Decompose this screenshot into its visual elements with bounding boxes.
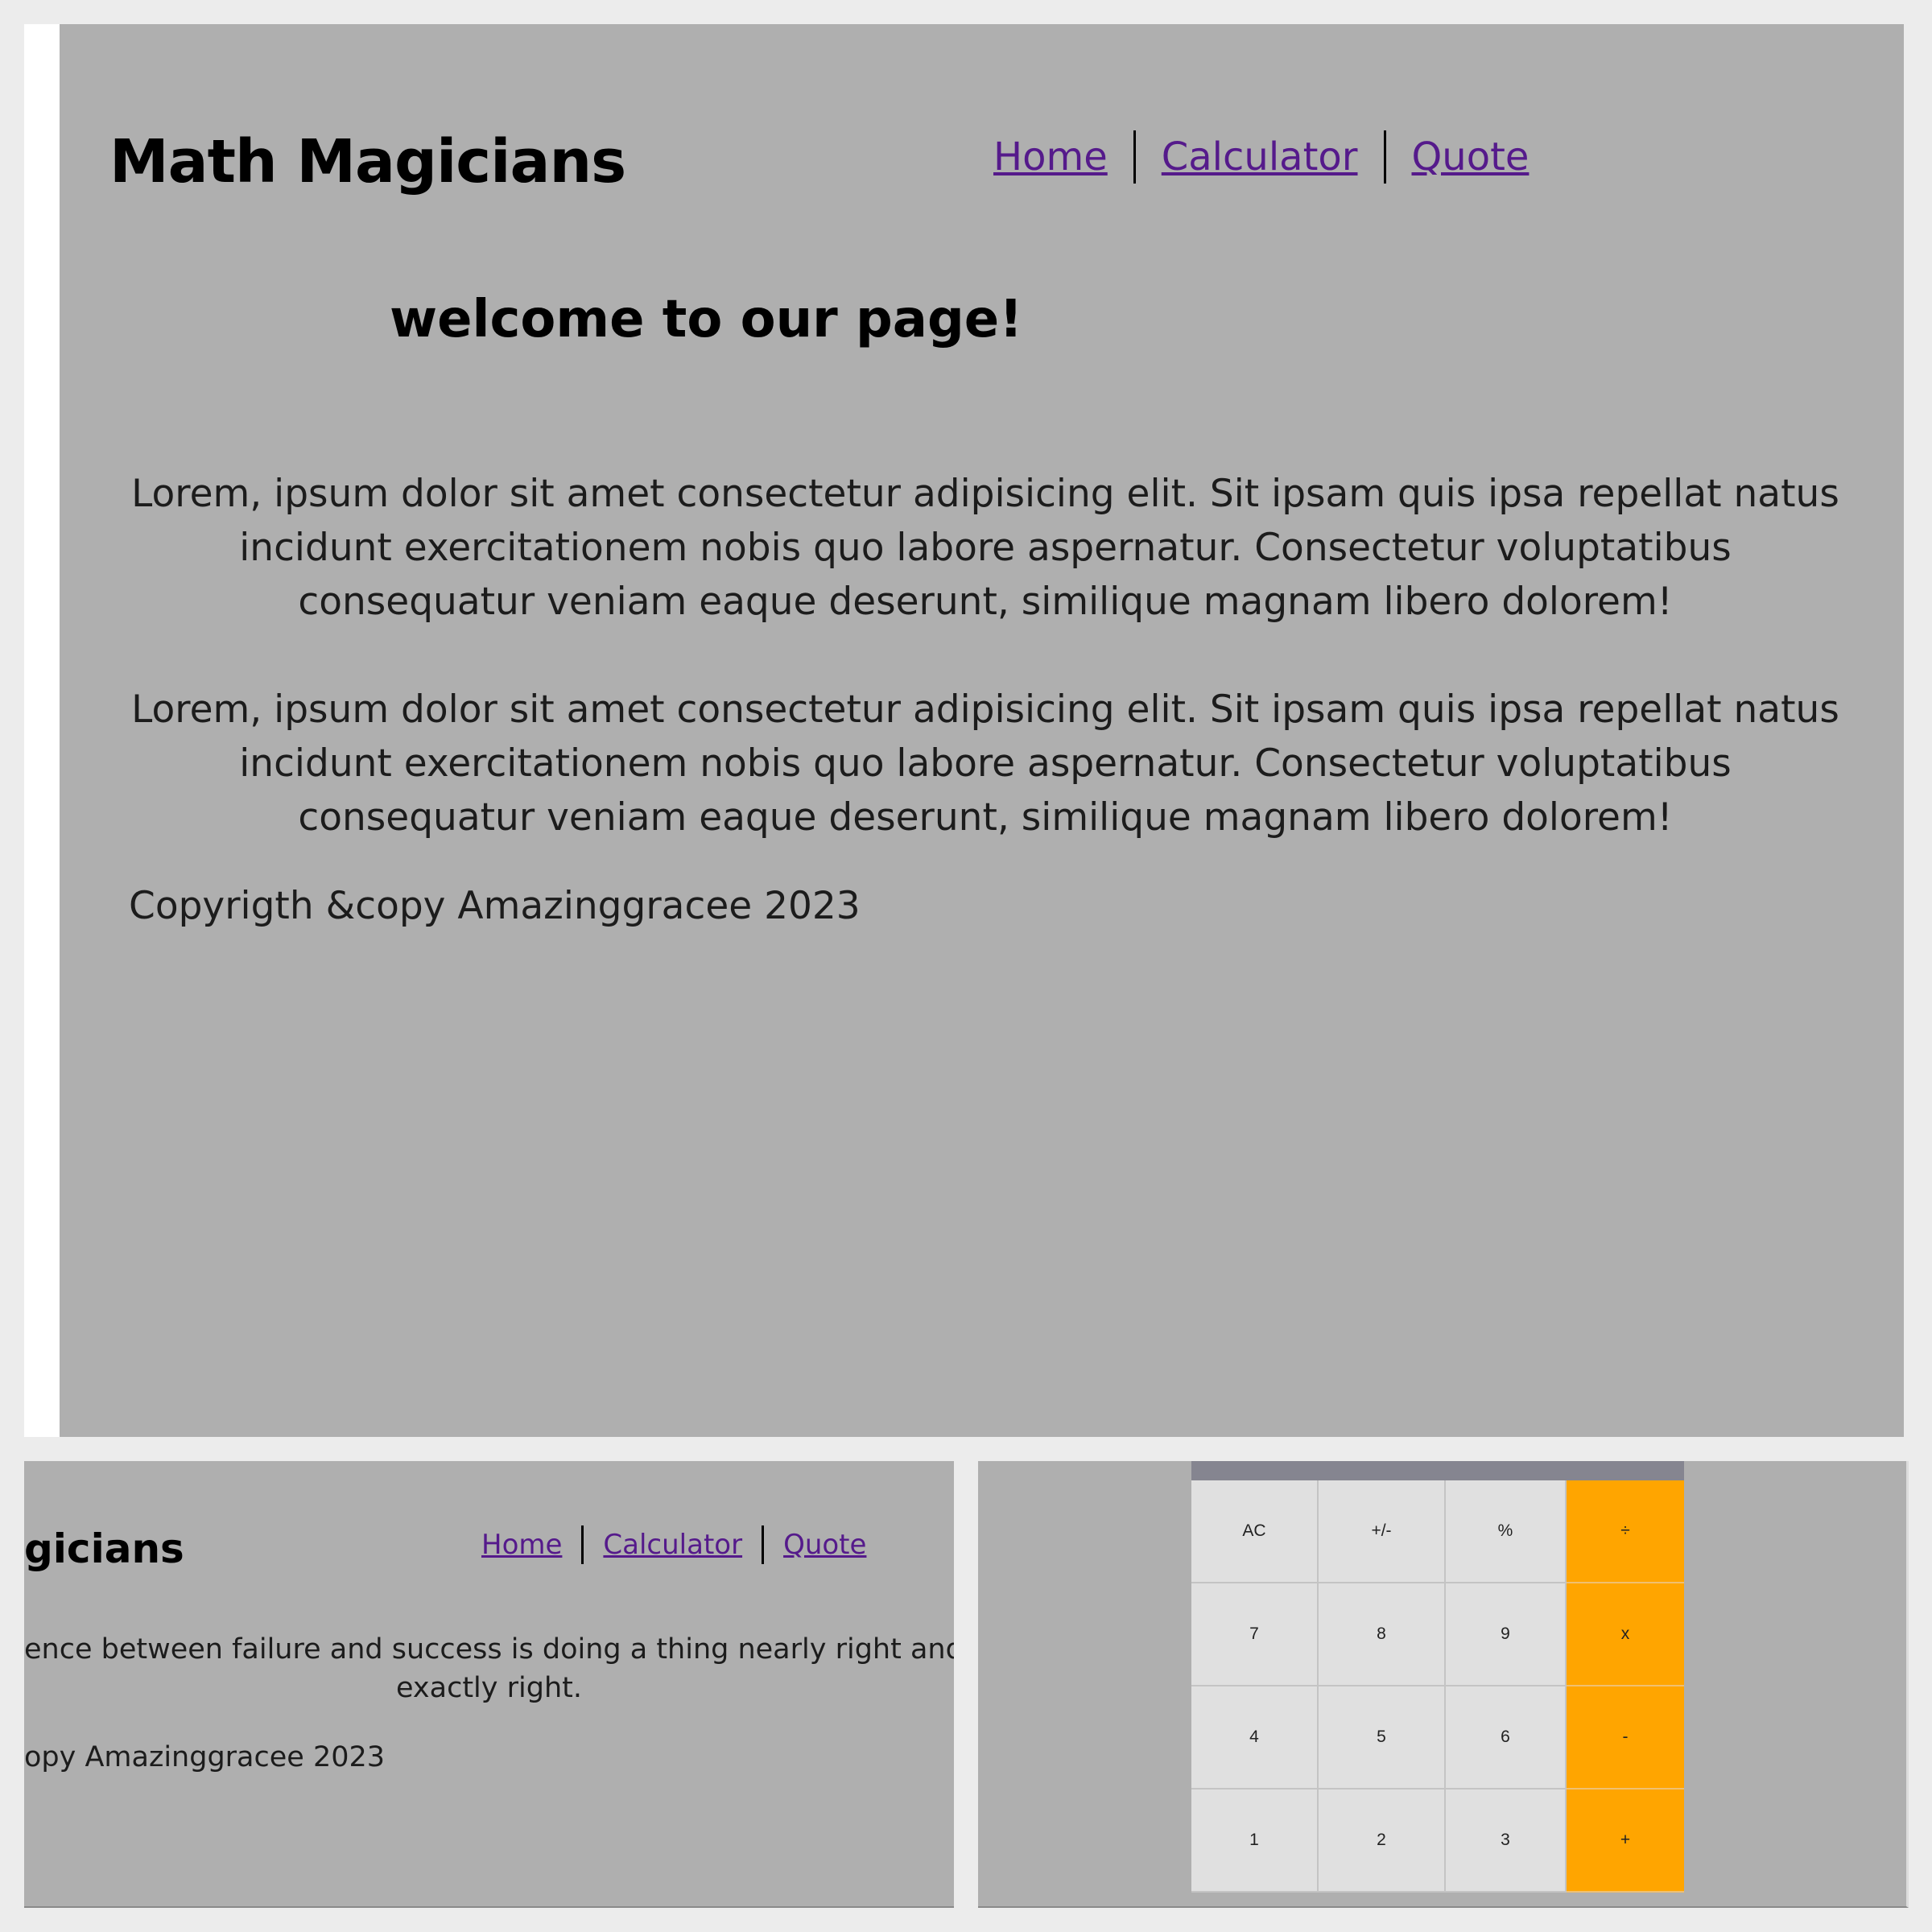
quote-nav: Home Calculator Quote xyxy=(481,1525,866,1564)
footer-copyright: Copyrigth &copy Amazinggracee 2023 xyxy=(129,884,861,928)
nav-separator xyxy=(1383,130,1386,184)
key-4[interactable]: 4 xyxy=(1191,1686,1319,1790)
calculator-page-screenshot: AC +/- % ÷ 7 8 9 x 4 5 6 - 1 2 3 + xyxy=(978,1461,1909,1908)
key-plus-minus[interactable]: +/- xyxy=(1319,1480,1446,1583)
key-multiply[interactable]: x xyxy=(1567,1583,1684,1686)
intro-paragraph: Lorem, ipsum dolor sit amet consectetur … xyxy=(131,472,1839,624)
key-subtract[interactable]: - xyxy=(1567,1686,1684,1790)
key-8[interactable]: 8 xyxy=(1319,1583,1446,1686)
key-clear[interactable]: AC xyxy=(1191,1480,1319,1583)
key-add[interactable]: + xyxy=(1567,1790,1684,1893)
app-logo-cropped: gicians xyxy=(24,1525,184,1572)
nav-separator xyxy=(762,1525,765,1564)
key-percent[interactable]: % xyxy=(1446,1480,1567,1583)
home-page-screenshot: Math Magicians Home Calculator Quote wel… xyxy=(24,24,1904,1437)
nav-link-home[interactable]: Home xyxy=(993,134,1108,180)
nav-link-home[interactable]: Home xyxy=(481,1529,562,1561)
intro-paragraph: Lorem, ipsum dolor sit amet consectetur … xyxy=(131,687,1839,840)
main-nav: Home Calculator Quote xyxy=(993,130,1529,184)
key-3[interactable]: 3 xyxy=(1446,1790,1567,1893)
calculator: AC +/- % ÷ 7 8 9 x 4 5 6 - 1 2 3 + xyxy=(1191,1461,1684,1893)
quote-text-line-1: ence between failure and success is doin… xyxy=(24,1633,954,1666)
calculator-display xyxy=(1191,1461,1684,1480)
nav-separator xyxy=(1133,130,1136,184)
quote-text-line-2: exactly right. xyxy=(396,1672,582,1704)
nav-link-calculator[interactable]: Calculator xyxy=(1162,134,1358,180)
calculator-keypad: AC +/- % ÷ 7 8 9 x 4 5 6 - 1 2 3 + xyxy=(1191,1480,1684,1893)
welcome-heading: welcome to our page! xyxy=(390,290,1023,349)
nav-link-quote[interactable]: Quote xyxy=(1412,134,1530,180)
nav-separator xyxy=(581,1525,584,1564)
key-5[interactable]: 5 xyxy=(1319,1686,1446,1790)
key-1[interactable]: 1 xyxy=(1191,1790,1319,1893)
key-6[interactable]: 6 xyxy=(1446,1686,1567,1790)
home-page-content: Math Magicians Home Calculator Quote wel… xyxy=(60,24,1904,1437)
key-9[interactable]: 9 xyxy=(1446,1583,1567,1686)
key-7[interactable]: 7 xyxy=(1191,1583,1319,1686)
app-logo: Math Magicians xyxy=(109,127,626,196)
key-2[interactable]: 2 xyxy=(1319,1790,1446,1893)
nav-link-quote[interactable]: Quote xyxy=(783,1529,866,1561)
footer-copyright-cropped: opy Amazinggracee 2023 xyxy=(24,1741,386,1773)
key-divide[interactable]: ÷ xyxy=(1567,1480,1684,1583)
nav-link-calculator[interactable]: Calculator xyxy=(603,1529,742,1561)
quote-page-screenshot: gicians Home Calculator Quote ence betwe… xyxy=(24,1461,954,1908)
left-white-strip xyxy=(24,24,60,1437)
